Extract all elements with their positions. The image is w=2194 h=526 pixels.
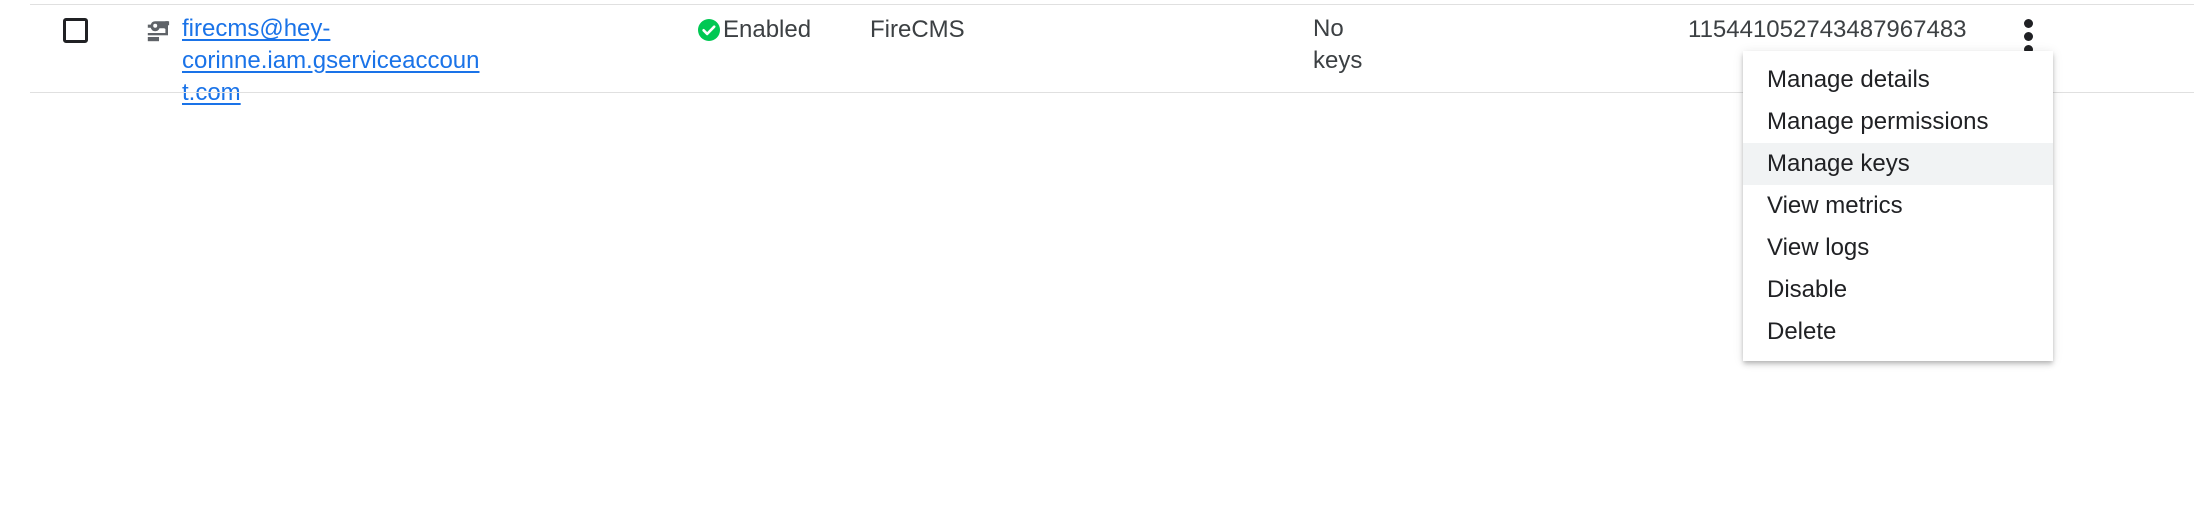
menu-item-view-logs[interactable]: View logs <box>1743 227 2053 269</box>
service-account-email-cell: firecms@hey-corinne.iam.gserviceaccount.… <box>182 13 482 109</box>
service-accounts-table: firecms@hey-corinne.iam.gserviceaccount.… <box>0 0 2194 526</box>
service-account-name: FireCMS <box>870 16 965 43</box>
select-row-checkbox[interactable] <box>63 18 88 43</box>
service-account-keys: No keys <box>1313 15 1363 74</box>
status-label: Enabled <box>723 16 812 43</box>
menu-item-manage-keys[interactable]: Manage keys <box>1743 143 2053 185</box>
status-cell: Enabled <box>697 15 811 45</box>
more-vert-icon[interactable] <box>2012 13 2046 54</box>
menu-item-manage-details[interactable]: Manage details <box>1743 59 2053 101</box>
more-vert-dot <box>2024 32 2033 41</box>
service-account-key-icon <box>147 20 173 42</box>
service-account-unique-id: 115441052743487967483 <box>1688 16 1967 43</box>
check-circle-icon <box>697 18 721 42</box>
menu-item-disable[interactable]: Disable <box>1743 269 2053 311</box>
more-vert-dot <box>2024 19 2033 28</box>
menu-item-delete[interactable]: Delete <box>1743 311 2053 353</box>
menu-item-manage-permissions[interactable]: Manage permissions <box>1743 101 2053 143</box>
menu-item-view-metrics[interactable]: View metrics <box>1743 185 2053 227</box>
row-context-menu: Manage details Manage permissions Manage… <box>1743 51 2053 361</box>
